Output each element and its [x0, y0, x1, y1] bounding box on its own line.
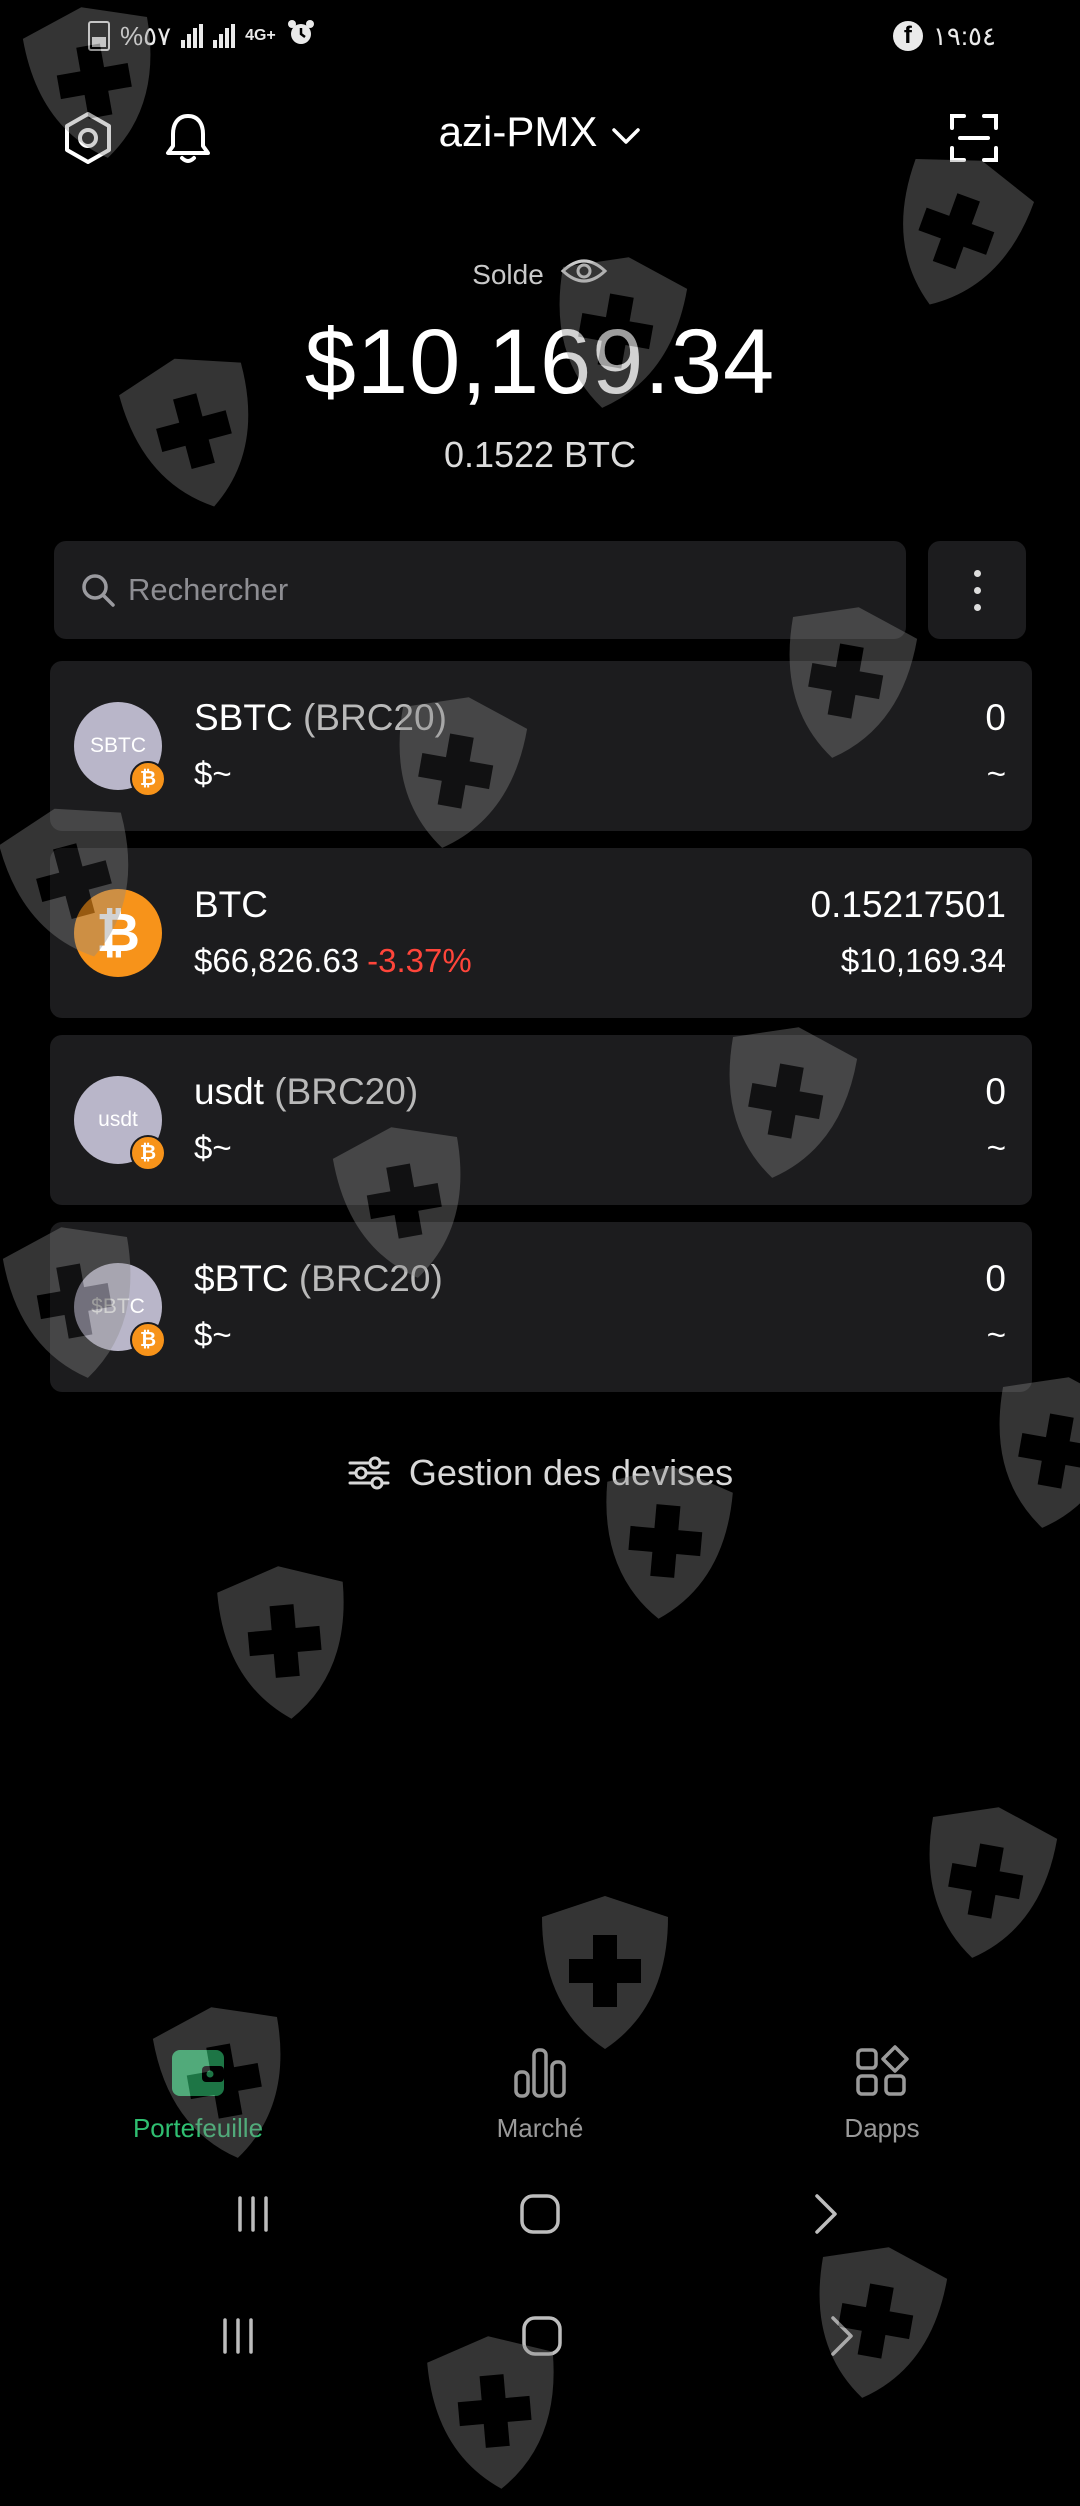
wallet-name: azi-PMX — [438, 108, 598, 155]
search-input[interactable]: Rechercher — [128, 572, 288, 608]
token-value: $10,169.34 — [840, 942, 1006, 979]
eye-icon[interactable] — [560, 256, 608, 293]
signal-icon-2 — [213, 24, 236, 48]
battery-icon — [88, 21, 110, 51]
token-amount: 0 — [985, 1258, 1006, 1299]
more-vertical-icon — [973, 569, 981, 577]
facebook-icon: f — [892, 21, 923, 51]
back-button[interactable] — [786, 2184, 866, 2244]
token-name: usdt (BRC20) — [194, 1071, 419, 1112]
status-bar-right: f ١٩:٥٤ — [892, 14, 996, 58]
nav-portefeuille[interactable]: Portefeuille — [88, 2044, 308, 2144]
bitcoin-badge-icon: ₿ — [130, 761, 166, 797]
watermark-shield-icon — [530, 1890, 680, 2060]
battery-level: %٥٧ — [120, 20, 172, 51]
total-balance: $10,169.34 — [304, 311, 776, 413]
watermark-shield-icon — [203, 1554, 367, 1736]
token-price: $66,826.63 -3.37% — [194, 942, 472, 979]
nav-marche[interactable]: Marché — [430, 2044, 650, 2144]
clock: ١٩:٥٤ — [932, 20, 996, 51]
token-value: ~ — [986, 1316, 1006, 1353]
manage-currencies-label: Gestion des devises — [408, 1452, 734, 1493]
sliders-icon — [347, 1455, 391, 1491]
token-name: BTC — [194, 884, 268, 925]
price-change: -3.37% — [367, 942, 472, 979]
balance-label-row: Solde — [0, 256, 1080, 293]
wallet-icon — [168, 2044, 228, 2107]
token-price: $~ — [194, 755, 232, 792]
nav-label: Dapps — [844, 2113, 920, 2143]
token-row[interactable]: $BTC ₿ $BTC (BRC20) $~ 0 ~ — [50, 1222, 1032, 1392]
balance-label: Solde — [472, 258, 544, 290]
token-row[interactable]: SBTC ₿ SBTC (BRC20) $~ 0 ~ — [50, 661, 1032, 831]
back-button[interactable] — [802, 2306, 882, 2366]
nav-label: Portefeuille — [132, 2113, 264, 2143]
market-chart-icon — [510, 2044, 570, 2107]
token-amount: 0 — [985, 697, 1006, 738]
nav-label: Marché — [496, 2113, 584, 2143]
search-icon — [80, 572, 116, 608]
network-type: 4G+ — [245, 27, 276, 44]
token-name: SBTC (BRC20) — [194, 697, 447, 738]
token-amount: 0 — [985, 1071, 1006, 1112]
token-row[interactable]: ₿ BTC $66,826.63 -3.37% 0.15217501 $10,16… — [50, 848, 1032, 1018]
wallet-selector[interactable]: azi-PMX — [0, 108, 1080, 156]
token-value: ~ — [986, 755, 1006, 792]
alarm-icon — [286, 18, 316, 55]
scan-icon[interactable] — [944, 108, 1004, 168]
bitcoin-badge-icon: ₿ — [130, 1322, 166, 1358]
token-value: ~ — [986, 1129, 1006, 1166]
token-row[interactable]: usdt ₿ usdt (BRC20) $~ 0 ~ — [50, 1035, 1032, 1205]
status-bar-left: %٥٧ 4G+ — [88, 14, 316, 58]
token-name: $BTC (BRC20) — [194, 1258, 443, 1299]
token-price: $~ — [194, 1129, 232, 1166]
recent-apps-button[interactable] — [198, 2306, 278, 2366]
manage-currencies-button[interactable]: Gestion des devises — [0, 1452, 1080, 1494]
token-price: $~ — [194, 1316, 232, 1353]
balance-btc: 0.1522 BTC — [443, 434, 637, 475]
nav-dapps[interactable]: Dapps — [772, 2044, 992, 2144]
watermark-shield-icon — [896, 1788, 1073, 1981]
more-options-button[interactable] — [928, 541, 1026, 639]
apps-grid-icon — [852, 2044, 912, 2107]
signal-icon-1 — [181, 24, 204, 48]
bitcoin-icon: ₿ — [74, 889, 162, 977]
token-amount: 0.15217501 — [810, 884, 1006, 925]
search-bar[interactable]: Rechercher — [54, 541, 906, 639]
home-button[interactable] — [502, 2306, 582, 2366]
home-button[interactable] — [500, 2184, 580, 2244]
bitcoin-badge-icon: ₿ — [130, 1135, 166, 1171]
chevron-down-icon — [611, 108, 641, 156]
recent-apps-button[interactable] — [213, 2184, 293, 2244]
